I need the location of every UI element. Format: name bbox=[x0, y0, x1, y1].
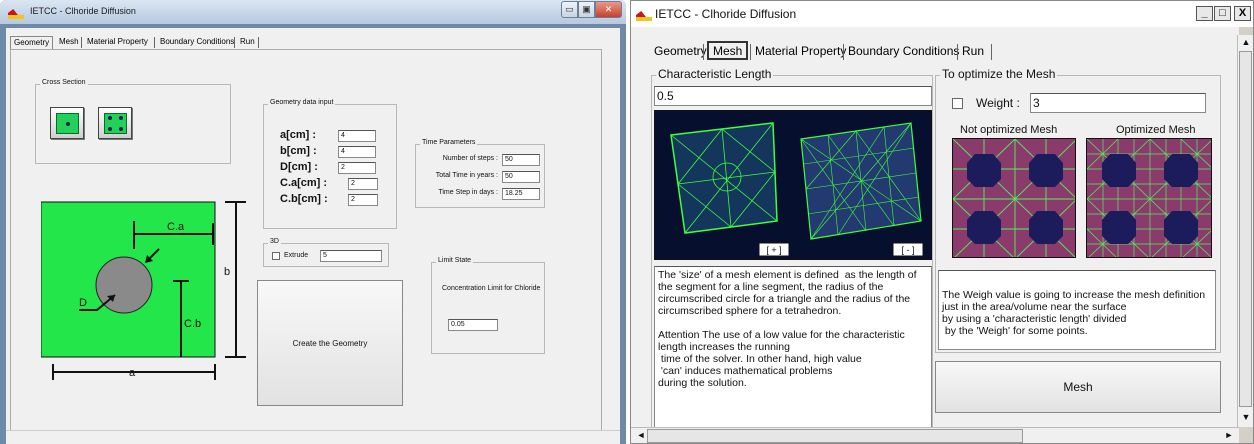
cb-field-label: C.b[cm] : bbox=[280, 193, 328, 205]
three-d-group: 3D Extrude 5 bbox=[263, 238, 389, 267]
tab-material-property[interactable]: Material Property bbox=[84, 36, 151, 49]
limit-state-title: Limit State bbox=[436, 257, 474, 264]
tab-run[interactable]: Run bbox=[237, 36, 258, 49]
characteristic-length-title: Characteristic Length bbox=[656, 67, 774, 81]
time-parameters-title: Time Parameters bbox=[420, 139, 478, 146]
scroll-down-arrow[interactable]: ▼ bbox=[1238, 412, 1253, 422]
minimize-button[interactable]: _ bbox=[1196, 6, 1213, 21]
optimized-label: Optimized Mesh bbox=[1116, 124, 1196, 136]
ca-input[interactable]: 2 bbox=[348, 178, 378, 190]
minimize-button[interactable]: ▭ bbox=[561, 1, 578, 18]
d-input[interactable]: 2 bbox=[338, 162, 376, 174]
concentration-limit-input[interactable]: 0.05 bbox=[448, 319, 498, 331]
left-window: IETCC - Clhoride Diffusion ▭ ▣ ✕ Geometr… bbox=[0, 0, 626, 444]
a-input[interactable]: 4 bbox=[338, 130, 376, 142]
d-label: D bbox=[79, 297, 87, 309]
close-button[interactable]: ✕ bbox=[595, 1, 622, 18]
four-bar-section-button[interactable] bbox=[98, 107, 132, 139]
a-label: a bbox=[129, 367, 136, 379]
window-title: IETCC - Clhoride Diffusion bbox=[30, 6, 136, 16]
extrude-label: Extrude bbox=[284, 252, 309, 259]
time-step-label: Time Step in days : bbox=[438, 189, 498, 196]
cross-section-title: Cross Section bbox=[40, 79, 88, 86]
not-optimized-label: Not optimized Mesh bbox=[960, 124, 1058, 136]
geometry-data-group: Geometry data input a[cm] : 4 b[cm] : 4 … bbox=[263, 99, 397, 229]
extrude-input[interactable]: 5 bbox=[320, 250, 382, 262]
client-area: Geometry Mesh Material Property Boundary… bbox=[6, 28, 620, 444]
zoom-in-button: [ + ] bbox=[766, 245, 781, 255]
b-label: b bbox=[224, 266, 230, 278]
total-time-label: Total Time in years : bbox=[435, 172, 498, 179]
cb-input[interactable]: 2 bbox=[348, 194, 378, 206]
tab-run[interactable]: Run bbox=[959, 43, 987, 60]
extrude-checkbox[interactable] bbox=[272, 252, 280, 260]
concentration-limit-label: Concentration Limit for Chloride bbox=[442, 285, 541, 292]
vertical-scroll-thumb[interactable] bbox=[1239, 51, 1252, 407]
limit-state-group: Limit State Concentration Limit for Chlo… bbox=[431, 257, 545, 354]
tab-boundary-conditions[interactable]: Boundary Conditions bbox=[845, 43, 962, 60]
weight-input[interactable]: 3 bbox=[1030, 93, 1206, 113]
geometry-pane: Cross Section C.a C.b D b a Geometry dat… bbox=[10, 49, 602, 438]
geometry-data-title: Geometry data input bbox=[268, 99, 336, 106]
app-icon bbox=[8, 6, 24, 19]
tab-boundary-conditions[interactable]: Boundary Conditions bbox=[157, 36, 237, 49]
ca-field-label: C.a[cm] : bbox=[280, 177, 328, 189]
right-window: IETCC - Clhoride Diffusion _ □ X Geometr… bbox=[630, 0, 1254, 444]
zoom-out-button: [ - ] bbox=[902, 245, 915, 255]
b-input[interactable]: 4 bbox=[338, 146, 376, 158]
left-horizontal-scrollbar[interactable] bbox=[6, 430, 620, 444]
ca-label: C.a bbox=[167, 221, 185, 233]
create-geometry-button[interactable]: Create the Geometry bbox=[257, 280, 403, 406]
title-bar: IETCC - Clhoride Diffusion ▭ ▣ ✕ bbox=[0, 0, 626, 24]
optimized-mesh-image bbox=[1086, 138, 1212, 258]
tab-mesh[interactable]: Mesh bbox=[707, 41, 749, 60]
cb-label: C.b bbox=[184, 318, 201, 330]
mesh-button[interactable]: Mesh bbox=[935, 361, 1221, 413]
tab-mesh[interactable]: Mesh bbox=[56, 36, 82, 49]
characteristic-length-group: Characteristic Length 0.5 [+] [-] Th… bbox=[651, 67, 933, 441]
title-bar: IETCC - Clhoride Diffusion _ □ X bbox=[631, 1, 1253, 27]
cross-section-group: Cross Section bbox=[35, 79, 231, 164]
time-parameters-group: Time Parameters Number of steps : 50 Tot… bbox=[415, 139, 545, 208]
section-diagram: C.a C.b D b a bbox=[41, 201, 246, 380]
mesh-preview: [ + ] [ - ] bbox=[654, 110, 932, 260]
not-optimized-mesh-image bbox=[952, 138, 1076, 258]
a-field-label: a[cm] : bbox=[280, 129, 317, 141]
single-bar-section-button[interactable] bbox=[50, 107, 84, 139]
horizontal-scroll-thumb[interactable] bbox=[647, 429, 1023, 443]
steps-input[interactable]: 50 bbox=[502, 154, 540, 166]
close-button[interactable]: X bbox=[1234, 6, 1251, 21]
d-field-label: D[cm] : bbox=[280, 161, 318, 173]
characteristic-length-input[interactable]: 0.5 bbox=[654, 86, 932, 106]
optimize-mesh-title: To optimize the Mesh bbox=[940, 67, 1058, 81]
app-icon bbox=[636, 8, 652, 21]
horizontal-scrollbar[interactable]: ◄ ► bbox=[631, 427, 1239, 443]
characteristic-length-description: The 'size' of a mesh element is defined … bbox=[654, 266, 932, 438]
tab-material-property[interactable]: Material Property bbox=[752, 43, 849, 60]
tab-geometry[interactable]: Geometry bbox=[10, 36, 54, 49]
steps-label: Number of steps : bbox=[442, 155, 498, 162]
maximize-button[interactable]: □ bbox=[1214, 6, 1231, 21]
vertical-scrollbar[interactable]: ▲ ▼ bbox=[1237, 35, 1253, 427]
scroll-up-arrow[interactable]: ▲ bbox=[1238, 37, 1253, 47]
total-time-input[interactable]: 50 bbox=[502, 171, 540, 183]
client-area: Geometry Mesh Material Property Boundary… bbox=[631, 27, 1239, 441]
three-d-title: 3D bbox=[268, 238, 281, 245]
window-title: IETCC - Clhoride Diffusion bbox=[655, 7, 797, 21]
weight-checkbox[interactable] bbox=[952, 98, 963, 109]
optimize-mesh-group: To optimize the Mesh Weight : 3 Not opti… bbox=[935, 67, 1221, 353]
time-step-input[interactable]: 18.25 bbox=[502, 188, 540, 200]
tab-geometry[interactable]: Geometry bbox=[651, 43, 710, 60]
scroll-right-arrow[interactable]: ► bbox=[1221, 430, 1237, 440]
weight-label: Weight : bbox=[976, 96, 1020, 110]
maximize-button[interactable]: ▣ bbox=[578, 1, 595, 18]
optimize-description: The Weigh value is going to increase the… bbox=[938, 270, 1216, 350]
b-field-label: b[cm] : bbox=[280, 145, 317, 157]
